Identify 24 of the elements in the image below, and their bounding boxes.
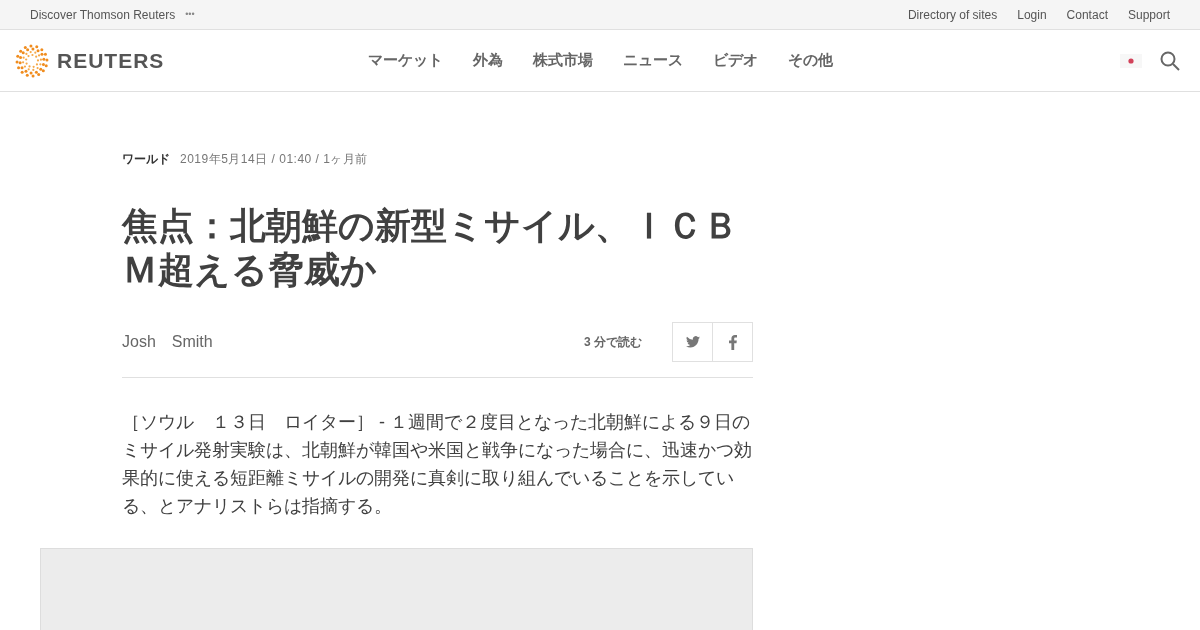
reuters-logo[interactable]: REUTERS (15, 43, 165, 78)
logo-icon (15, 43, 49, 78)
more-menu[interactable]: ••• (185, 7, 195, 22)
top-bar-link[interactable]: Login (1017, 5, 1047, 24)
dateline: 2019年5月14日 / 01:40 / 1ヶ月前 (180, 151, 368, 168)
nav-link[interactable]: ニュース (623, 49, 683, 72)
section-label[interactable]: ワールド (122, 150, 170, 168)
discover-link[interactable]: Discover Thomson Reuters (30, 5, 176, 24)
nav-link[interactable]: 外為 (473, 49, 503, 72)
top-bar-link[interactable]: Directory of sites (907, 5, 998, 24)
nav-link[interactable]: ビデオ (713, 49, 758, 72)
facebook-icon (728, 334, 737, 350)
read-time: 3 分で読む (584, 334, 642, 351)
nav-link[interactable]: その他 (788, 49, 833, 72)
top-bar-link[interactable]: Contact (1066, 5, 1108, 24)
nav-link[interactable]: 株式市場 (533, 49, 593, 72)
japan-flag-icon[interactable] (1120, 53, 1142, 68)
search-icon[interactable] (1160, 50, 1180, 71)
top-bar-link[interactable]: Support (1127, 5, 1170, 24)
author-name[interactable]: Josh Smith (122, 330, 213, 354)
article-lead-paragraph: ［ソウル １３日 ロイター］ - １週間で２度目となった北朝鮮による９日のミサイル発射実験は、北朝鮮が韓国や米国と戦争になった場合に、迅速かつ効果的に使える短距離ミサイルの開発に真剣に取り組んでいることを示している、とアナリストらは指摘する。 (122, 411, 753, 518)
headline: 焦点：北朝鮮の新型ミサイル、ＩＣＢＭ超える脅威か (122, 204, 740, 292)
bird-icon (685, 336, 700, 348)
nav-link[interactable]: マーケット (368, 49, 443, 72)
